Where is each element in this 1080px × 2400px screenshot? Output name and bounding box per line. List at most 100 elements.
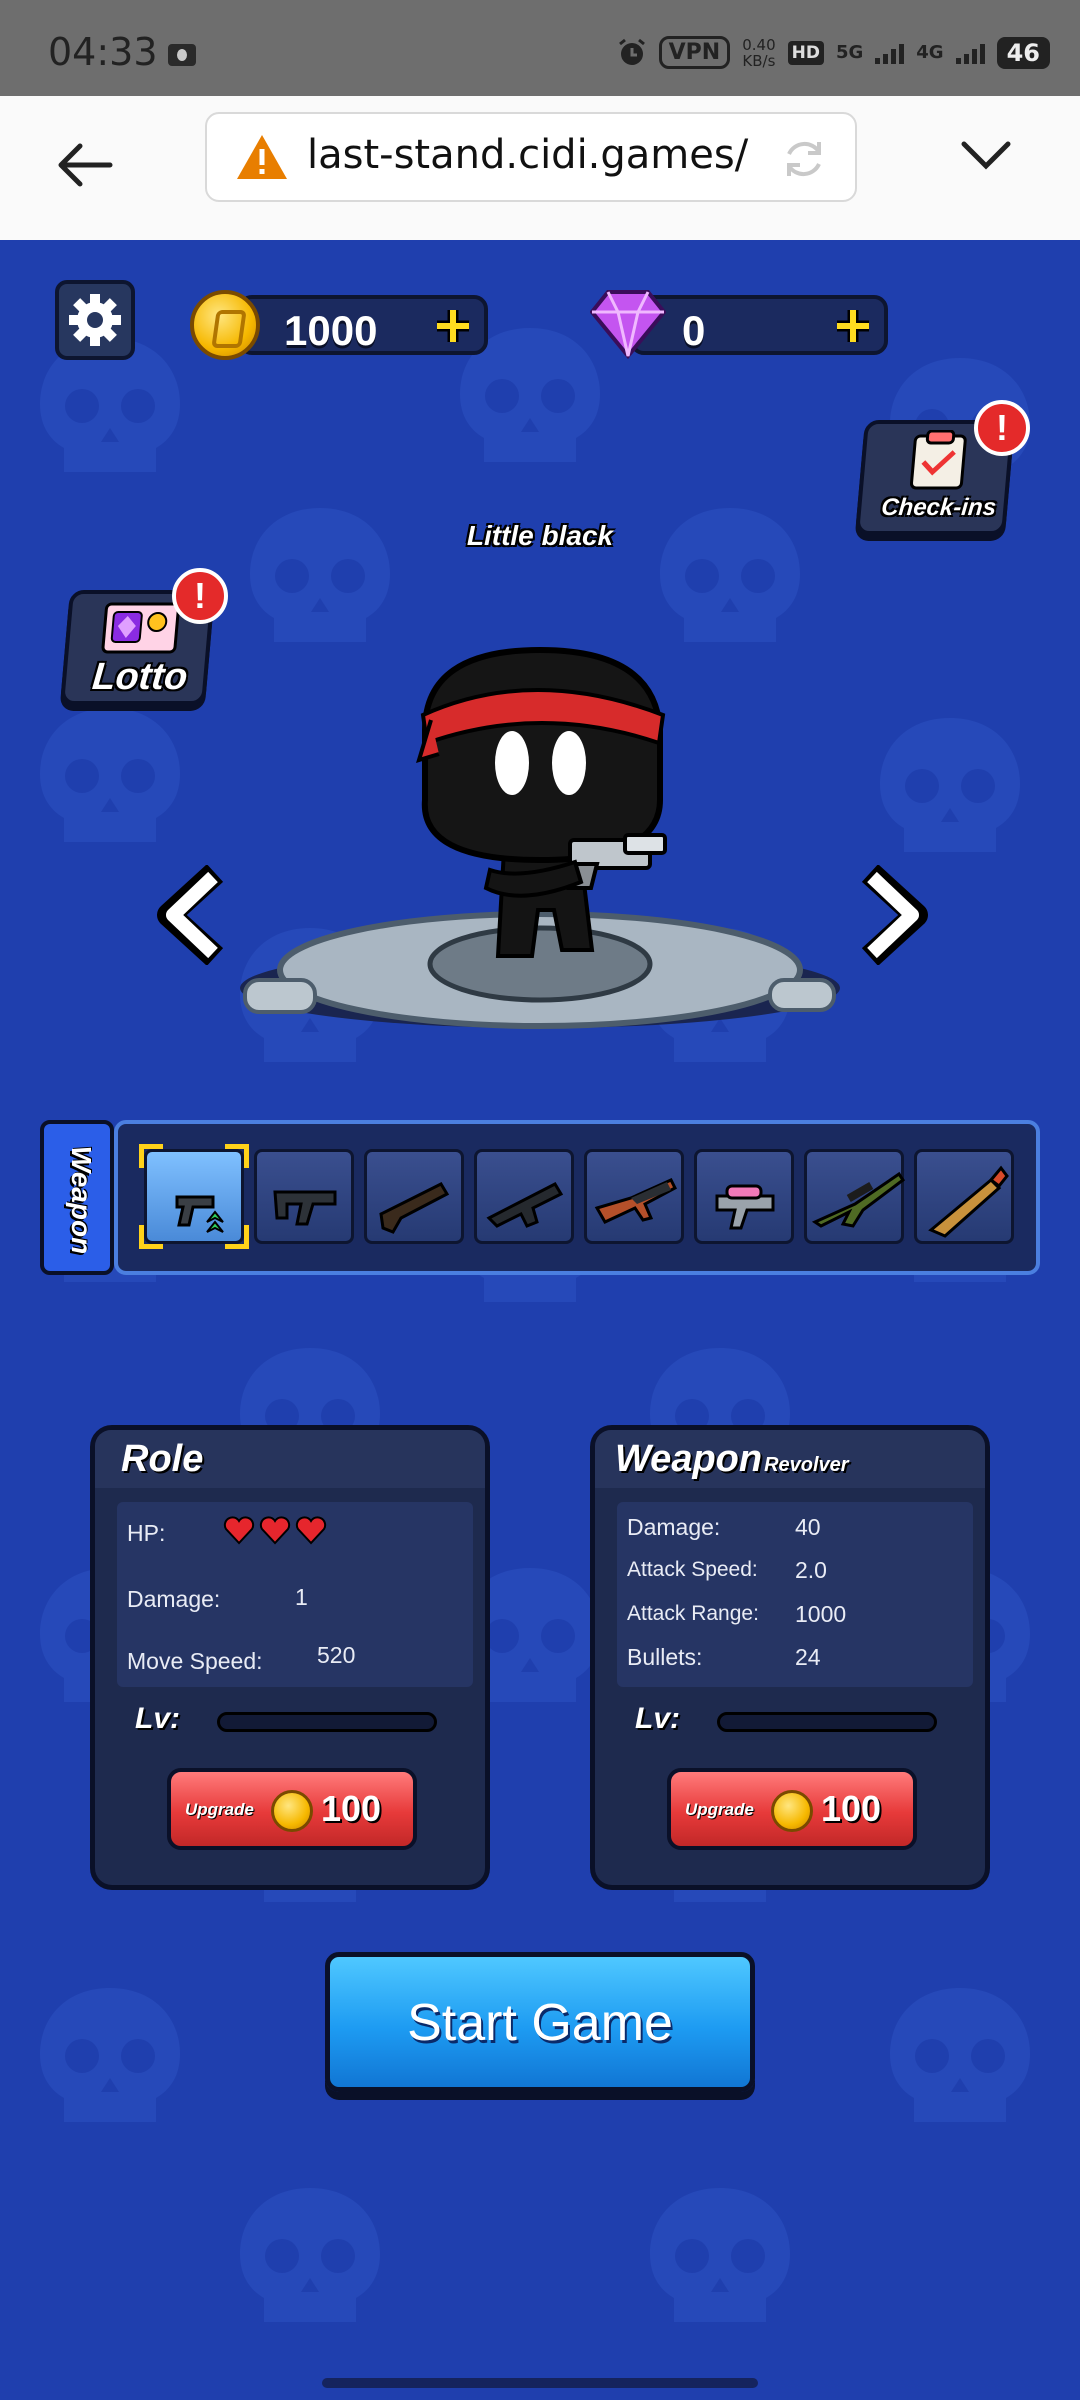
- gear-icon: [69, 294, 121, 346]
- hp-label: HP:: [127, 1520, 166, 1546]
- heart-icon: [259, 1516, 291, 1545]
- url-field[interactable]: last-stand.cidi.games/: [205, 112, 857, 202]
- role-panel-title: Role: [121, 1438, 204, 1480]
- attack-range-label: Attack Range:: [627, 1602, 759, 1625]
- shotgun-icon: [379, 1182, 450, 1234]
- game-canvas: 1000 0 Check-ins ! Lotto ! Little black: [0, 240, 1080, 2400]
- weapon-slot-sniper-rifle[interactable]: [804, 1149, 906, 1244]
- upgrade-cost: 100: [321, 1788, 382, 1829]
- weapon-slot-ak-rifle[interactable]: [584, 1149, 684, 1244]
- alarm-icon: [618, 38, 645, 65]
- skull-pattern-icon: [880, 718, 1020, 852]
- weapon-name: Revolver: [764, 1454, 849, 1476]
- coin-amount: 1000: [284, 307, 378, 354]
- clipboard-icon: [909, 430, 967, 490]
- battery-level: 46: [996, 36, 1050, 69]
- chevron-down-icon[interactable]: [958, 136, 1014, 176]
- network-speed: 0.40 KB/s: [742, 37, 775, 69]
- weapon-slot-assault-rifle[interactable]: [474, 1149, 574, 1244]
- network-5g: 5G: [835, 42, 864, 63]
- charging-icon: [168, 44, 196, 66]
- status-time: 04:33: [48, 30, 158, 74]
- move-speed-value: 520: [317, 1642, 356, 1668]
- previous-character-arrow[interactable]: [155, 865, 235, 965]
- add-gems-icon[interactable]: [832, 305, 874, 347]
- weapon-panel-header: Weapon Revolver: [595, 1430, 985, 1488]
- speed-unit: KB/s: [742, 51, 776, 70]
- weapon-slot-rocket-launcher[interactable]: [914, 1149, 1014, 1244]
- weapon-selector: Weapon: [40, 1120, 1040, 1275]
- coin-icon: [771, 1790, 813, 1832]
- check-ins-alert-badge: !: [974, 400, 1030, 456]
- attack-speed-value: 2.0: [795, 1557, 827, 1583]
- character-preview: [240, 646, 840, 1029]
- reload-icon[interactable]: [779, 134, 829, 184]
- smg-icon: [273, 1190, 337, 1226]
- role-upgrade-button[interactable]: Upgrade 100: [167, 1768, 417, 1850]
- browser-address-bar: last-stand.cidi.games/: [0, 96, 1080, 240]
- back-arrow-icon[interactable]: [50, 130, 120, 200]
- attack-range-value: 1000: [795, 1601, 847, 1627]
- gem-amount: 0: [682, 307, 706, 354]
- skull-pattern-icon: [40, 708, 180, 842]
- weapon-panel-title-text: Weapon: [615, 1438, 763, 1480]
- weapon-level-bar: [717, 1712, 937, 1732]
- sniper-rifle-icon: [811, 1171, 906, 1228]
- start-game-label: Start Game: [407, 1994, 673, 2052]
- bullets-label: Bullets:: [627, 1644, 703, 1670]
- role-panel-header: Role: [95, 1430, 485, 1488]
- move-speed-label: Move Speed:: [127, 1648, 263, 1674]
- weapon-damage-value: 40: [795, 1514, 821, 1540]
- weapon-panel: Weapon Revolver Damage: 40 Attack Speed: …: [590, 1425, 990, 1890]
- upgrade-label: Upgrade: [185, 1800, 254, 1819]
- weapon-slot-revolver[interactable]: [139, 1144, 249, 1249]
- status-icons: VPN 0.40 KB/s HD 5G 4G 46: [617, 36, 1050, 69]
- url-text[interactable]: last-stand.cidi.games/: [307, 132, 748, 178]
- signal-icon: [875, 42, 905, 64]
- warning-icon[interactable]: [235, 132, 289, 182]
- weapon-panel-title: Weapon Revolver: [615, 1438, 849, 1481]
- vpn-badge: VPN: [658, 36, 731, 69]
- next-character-arrow[interactable]: [850, 865, 930, 965]
- weapon-slot-smg[interactable]: [254, 1149, 354, 1244]
- upgrade-cost: 100: [821, 1788, 882, 1829]
- check-ins-label: Check-ins: [880, 494, 998, 521]
- skull-pattern-icon: [650, 2188, 790, 2322]
- blaster-icon: [715, 1184, 775, 1230]
- role-stats: HP: Damage: 1 Move Speed: 520: [117, 1502, 473, 1687]
- role-level-bar: [217, 1712, 437, 1732]
- bullets-value: 24: [795, 1644, 821, 1670]
- coin-counter: 1000: [238, 295, 488, 355]
- weapon-upgrade-button[interactable]: Upgrade 100: [667, 1768, 917, 1850]
- ak-rifle-icon: [594, 1178, 677, 1224]
- role-level-label: Lv:: [135, 1702, 180, 1735]
- lotto-label: Lotto: [90, 656, 190, 698]
- coin-icon: [190, 290, 260, 360]
- skull-pattern-icon: [40, 1988, 180, 2122]
- weapon-slot-pink-blaster[interactable]: [694, 1149, 794, 1244]
- add-coins-icon[interactable]: [432, 305, 474, 347]
- weapon-list: [114, 1120, 1040, 1275]
- gem-icon: [590, 290, 666, 360]
- coin-icon: [271, 1790, 313, 1832]
- weapon-slot-shotgun[interactable]: [364, 1149, 464, 1244]
- skull-pattern-icon: [240, 2188, 380, 2322]
- settings-button[interactable]: [55, 280, 135, 360]
- assault-rifle-icon: [486, 1182, 564, 1228]
- start-game-button[interactable]: Start Game: [325, 1952, 755, 2092]
- weapon-tab-label: Weapon: [66, 1145, 97, 1255]
- skull-pattern-icon: [890, 1988, 1030, 2122]
- role-panel: Role HP: Damage: 1 Move Speed: 520 Lv: U…: [90, 1425, 490, 1890]
- weapon-stats: Damage: 40 Attack Speed: 2.0 Attack Rang…: [617, 1502, 973, 1687]
- hp-hearts: [223, 1516, 327, 1545]
- upgrade-label: Upgrade: [685, 1800, 754, 1819]
- lotto-alert-badge: !: [172, 568, 228, 624]
- signal-icon-2: [955, 42, 985, 64]
- network-4g: 4G: [916, 42, 944, 63]
- gem-counter: 0: [630, 295, 888, 355]
- weapon-tab[interactable]: Weapon: [40, 1120, 114, 1275]
- damage-label: Damage:: [127, 1586, 221, 1612]
- weapon-level-label: Lv:: [635, 1702, 680, 1735]
- home-indicator: [322, 2378, 758, 2388]
- lottery-ticket-icon: [101, 602, 180, 654]
